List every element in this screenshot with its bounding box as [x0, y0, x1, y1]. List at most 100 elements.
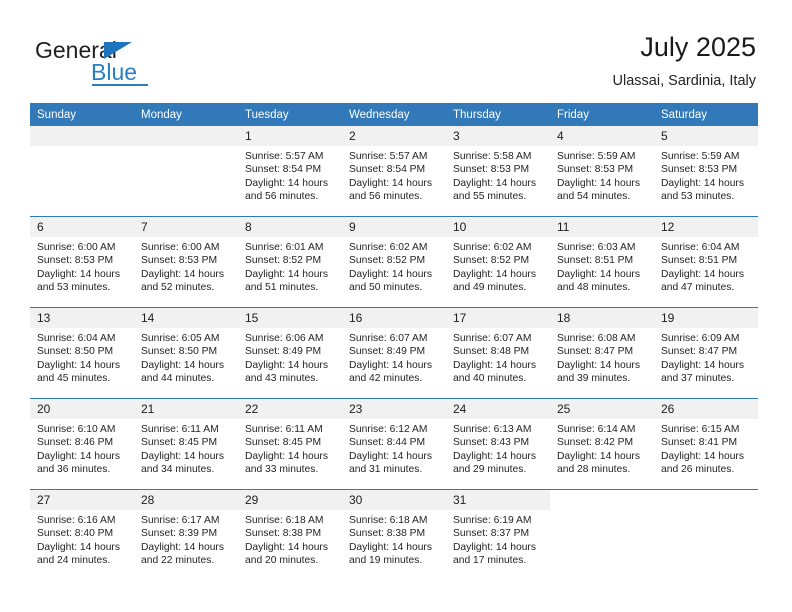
- day-number: 14: [134, 308, 238, 328]
- daylight-text: Daylight: 14 hours and 29 minutes.: [453, 450, 536, 476]
- day-cell-24[interactable]: 24 Sunrise: 6:13 AM Sunset: 8:43 PM Dayligh…: [446, 399, 550, 488]
- title-block: July 2025 Ulassai, Sardinia, Italy: [613, 30, 756, 92]
- day-cell-23[interactable]: 23 Sunrise: 6:12 AM Sunset: 8:44 PM Dayligh…: [342, 399, 446, 488]
- day-number: 31: [446, 490, 550, 510]
- day-number: 8: [238, 217, 342, 237]
- logo-text-blue: Blue: [91, 59, 138, 85]
- day-cell-9[interactable]: 9 Sunrise: 6:02 AM Sunset: 8:52 PM Daylight…: [342, 217, 446, 306]
- day-cell-27[interactable]: 27 Sunrise: 6:16 AM Sunset: 8:40 PM Dayligh…: [30, 490, 134, 579]
- day-cell-10[interactable]: 10 Sunrise: 6:02 AM Sunset: 8:52 PM Dayligh…: [446, 217, 550, 306]
- day-cell-1[interactable]: 1 Sunrise: 5:57 AM Sunset: 8:54 PM Daylight…: [238, 126, 342, 215]
- sunrise-text: Sunrise: 6:11 AM: [245, 424, 323, 435]
- day-cell-empty: [134, 126, 238, 215]
- day-cell-28[interactable]: 28 Sunrise: 6:17 AM Sunset: 8:39 PM Dayligh…: [134, 490, 238, 579]
- day-sun-info: Sunrise: 5:59 AM Sunset: 8:53 PM Daylight:…: [654, 146, 758, 204]
- sunset-text: Sunset: 8:37 PM: [453, 528, 530, 540]
- sunrise-text: Sunrise: 6:07 AM: [453, 333, 532, 344]
- calendar-day-cell: 9 Sunrise: 6:02 AM Sunset: 8:52 PM Daylight…: [342, 216, 446, 308]
- day-number: 30: [342, 490, 446, 510]
- day-sun-info: Sunrise: 6:01 AM Sunset: 8:52 PM Daylight:…: [238, 237, 342, 295]
- day-sun-info: Sunrise: 6:19 AM Sunset: 8:37 PM Daylight:…: [446, 510, 550, 568]
- sunset-text: Sunset: 8:50 PM: [141, 346, 218, 358]
- day-cell-21[interactable]: 21 Sunrise: 6:11 AM Sunset: 8:45 PM Dayligh…: [134, 399, 238, 488]
- calendar-week-row: 1 Sunrise: 5:57 AM Sunset: 8:54 PM Daylight…: [30, 126, 758, 217]
- logo-underline: [92, 84, 148, 86]
- sunset-text: Sunset: 8:38 PM: [349, 528, 426, 540]
- calendar-day-cell: 20 Sunrise: 6:10 AM Sunset: 8:46 PM Dayligh…: [30, 398, 134, 490]
- day-cell-14[interactable]: 14 Sunrise: 6:05 AM Sunset: 8:50 PM Dayligh…: [134, 308, 238, 397]
- calendar-day-cell: 5 Sunrise: 5:59 AM Sunset: 8:53 PM Daylight…: [654, 126, 758, 217]
- sunrise-text: Sunrise: 6:10 AM: [37, 424, 116, 435]
- day-cell-20[interactable]: 20 Sunrise: 6:10 AM Sunset: 8:46 PM Dayligh…: [30, 399, 134, 488]
- calendar-day-cell: 28 Sunrise: 6:17 AM Sunset: 8:39 PM Dayligh…: [134, 489, 238, 580]
- day-sun-info: Sunrise: 6:16 AM Sunset: 8:40 PM Daylight:…: [30, 510, 134, 568]
- day-cell-26[interactable]: 26 Sunrise: 6:15 AM Sunset: 8:41 PM Dayligh…: [654, 399, 758, 488]
- day-cell-17[interactable]: 17 Sunrise: 6:07 AM Sunset: 8:48 PM Dayligh…: [446, 308, 550, 397]
- day-cell-16[interactable]: 16 Sunrise: 6:07 AM Sunset: 8:49 PM Dayligh…: [342, 308, 446, 397]
- calendar-page: General Blue July 2025 Ulassai, Sardinia…: [0, 0, 792, 612]
- calendar-day-cell: 16 Sunrise: 6:07 AM Sunset: 8:49 PM Dayligh…: [342, 307, 446, 399]
- sunrise-text: Sunrise: 6:03 AM: [557, 242, 636, 253]
- sunset-text: Sunset: 8:40 PM: [37, 528, 114, 540]
- day-cell-13[interactable]: 13 Sunrise: 6:04 AM Sunset: 8:50 PM Dayligh…: [30, 308, 134, 397]
- day-cell-7[interactable]: 7 Sunrise: 6:00 AM Sunset: 8:53 PM Daylight…: [134, 217, 238, 306]
- day-cell-31[interactable]: 31 Sunrise: 6:19 AM Sunset: 8:37 PM Dayligh…: [446, 490, 550, 579]
- day-sun-info: Sunrise: 6:17 AM Sunset: 8:39 PM Daylight:…: [134, 510, 238, 568]
- day-number: 11: [550, 217, 654, 237]
- calendar-table: Sunday Monday Tuesday Wednesday Thursday Frid…: [30, 103, 758, 580]
- calendar-day-cell: [30, 126, 134, 217]
- calendar-day-cell: 11 Sunrise: 6:03 AM Sunset: 8:51 PM Dayligh…: [550, 216, 654, 308]
- page-subtitle: Ulassai, Sardinia, Italy: [612, 73, 756, 89]
- sunset-text: Sunset: 8:54 PM: [349, 164, 426, 176]
- day-cell-25[interactable]: 25 Sunrise: 6:14 AM Sunset: 8:42 PM Dayligh…: [550, 399, 654, 488]
- day-cell-30[interactable]: 30 Sunrise: 6:18 AM Sunset: 8:38 PM Dayligh…: [342, 490, 446, 579]
- daylight-text: Daylight: 14 hours and 37 minutes.: [661, 359, 744, 385]
- weekday-header-wednesday: Wednesday: [342, 103, 446, 126]
- sunrise-text: Sunrise: 6:06 AM: [245, 333, 324, 344]
- calendar-day-cell: 24 Sunrise: 6:13 AM Sunset: 8:43 PM Dayligh…: [446, 398, 550, 490]
- day-sun-info: Sunrise: 6:11 AM Sunset: 8:45 PM Daylight:…: [134, 419, 238, 477]
- sunset-text: Sunset: 8:51 PM: [557, 255, 634, 267]
- day-number: 16: [342, 308, 446, 328]
- day-sun-info: Sunrise: 6:10 AM Sunset: 8:46 PM Daylight:…: [30, 419, 134, 477]
- day-number: 26: [654, 399, 758, 419]
- weekday-header-thursday: Thursday: [446, 103, 550, 126]
- general-blue-logo[interactable]: General Blue: [35, 37, 255, 87]
- calendar-day-cell: 3 Sunrise: 5:58 AM Sunset: 8:53 PM Daylight…: [446, 126, 550, 217]
- sunrise-text: Sunrise: 6:02 AM: [349, 242, 428, 253]
- daylight-text: Daylight: 14 hours and 45 minutes.: [37, 359, 120, 385]
- daylight-text: Daylight: 14 hours and 22 minutes.: [141, 541, 224, 567]
- day-sun-info: Sunrise: 6:00 AM Sunset: 8:53 PM Daylight:…: [134, 237, 238, 295]
- daylight-text: Daylight: 14 hours and 19 minutes.: [349, 541, 432, 567]
- daylight-text: Daylight: 14 hours and 53 minutes.: [37, 268, 120, 294]
- day-number: 6: [30, 217, 134, 237]
- day-cell-2[interactable]: 2 Sunrise: 5:57 AM Sunset: 8:54 PM Daylight…: [342, 126, 446, 215]
- day-cell-12[interactable]: 12 Sunrise: 6:04 AM Sunset: 8:51 PM Dayligh…: [654, 217, 758, 306]
- day-cell-5[interactable]: 5 Sunrise: 5:59 AM Sunset: 8:53 PM Daylight…: [654, 126, 758, 215]
- day-number: 24: [446, 399, 550, 419]
- day-cell-11[interactable]: 11 Sunrise: 6:03 AM Sunset: 8:51 PM Dayligh…: [550, 217, 654, 306]
- day-cell-3[interactable]: 3 Sunrise: 5:58 AM Sunset: 8:53 PM Daylight…: [446, 126, 550, 215]
- calendar-day-cell: 13 Sunrise: 6:04 AM Sunset: 8:50 PM Dayligh…: [30, 307, 134, 399]
- sunrise-text: Sunrise: 6:05 AM: [141, 333, 220, 344]
- day-number: 20: [30, 399, 134, 419]
- day-cell-15[interactable]: 15 Sunrise: 6:06 AM Sunset: 8:49 PM Dayligh…: [238, 308, 342, 397]
- day-sun-info: Sunrise: 6:06 AM Sunset: 8:49 PM Daylight:…: [238, 328, 342, 386]
- day-cell-6[interactable]: 6 Sunrise: 6:00 AM Sunset: 8:53 PM Daylight…: [30, 217, 134, 306]
- day-cell-22[interactable]: 22 Sunrise: 6:11 AM Sunset: 8:45 PM Dayligh…: [238, 399, 342, 488]
- day-sun-info: Sunrise: 6:14 AM Sunset: 8:42 PM Daylight:…: [550, 419, 654, 477]
- calendar-week-row: 13 Sunrise: 6:04 AM Sunset: 8:50 PM Dayligh…: [30, 307, 758, 399]
- calendar-day-cell: 19 Sunrise: 6:09 AM Sunset: 8:47 PM Dayligh…: [654, 307, 758, 399]
- day-cell-4[interactable]: 4 Sunrise: 5:59 AM Sunset: 8:53 PM Daylight…: [550, 126, 654, 215]
- day-cell-18[interactable]: 18 Sunrise: 6:08 AM Sunset: 8:47 PM Dayligh…: [550, 308, 654, 397]
- day-number: 22: [238, 399, 342, 419]
- day-cell-8[interactable]: 8 Sunrise: 6:01 AM Sunset: 8:52 PM Daylight…: [238, 217, 342, 306]
- calendar-day-cell: 18 Sunrise: 6:08 AM Sunset: 8:47 PM Dayligh…: [550, 307, 654, 399]
- day-cell-empty: [654, 490, 758, 579]
- day-cell-19[interactable]: 19 Sunrise: 6:09 AM Sunset: 8:47 PM Dayligh…: [654, 308, 758, 397]
- weekday-header-tuesday: Tuesday: [238, 103, 342, 126]
- daylight-text: Daylight: 14 hours and 48 minutes.: [557, 268, 640, 294]
- day-sun-info: Sunrise: 5:58 AM Sunset: 8:53 PM Daylight:…: [446, 146, 550, 204]
- day-cell-29[interactable]: 29 Sunrise: 6:18 AM Sunset: 8:38 PM Dayligh…: [238, 490, 342, 579]
- calendar-week-row: 20 Sunrise: 6:10 AM Sunset: 8:46 PM Dayligh…: [30, 398, 758, 490]
